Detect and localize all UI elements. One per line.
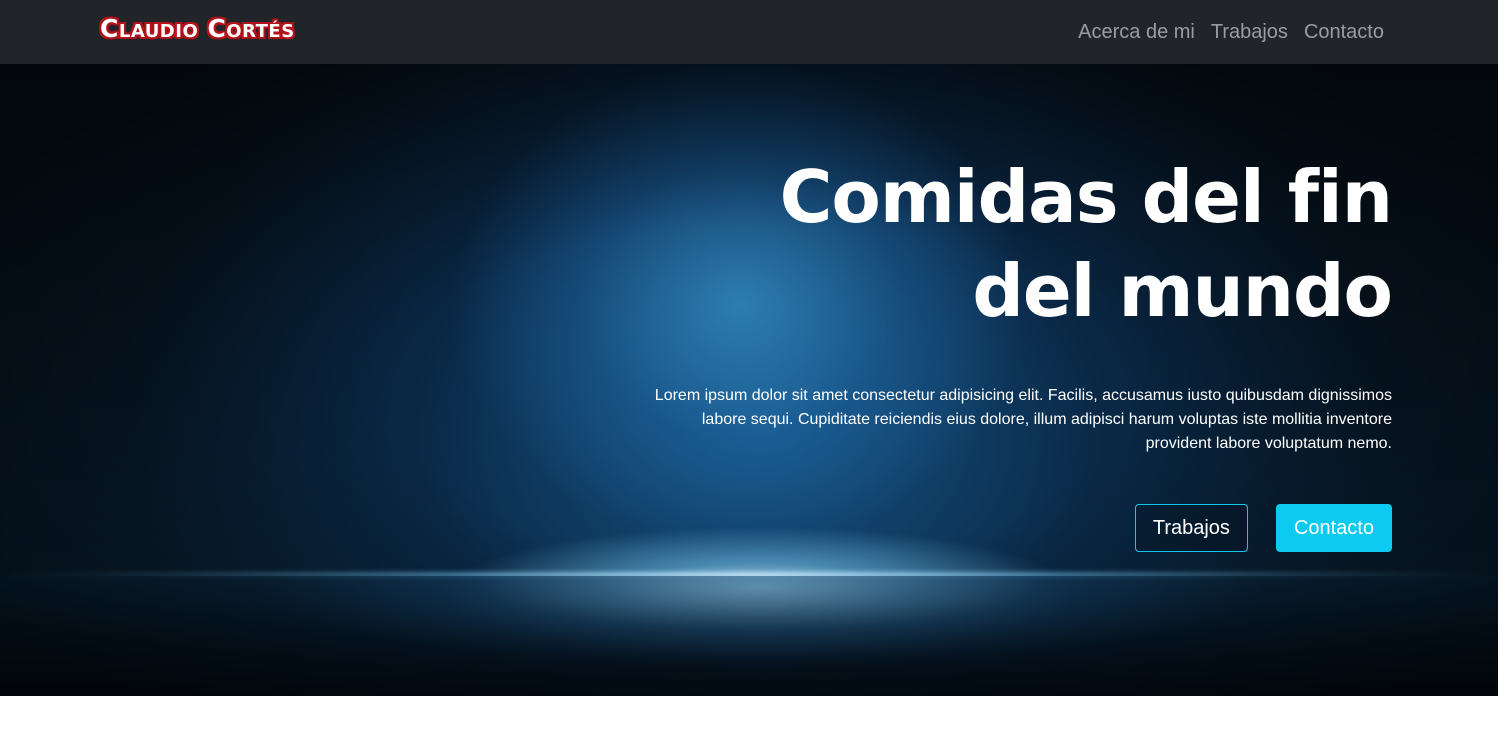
nav-link-trabajos[interactable]: Trabajos — [1211, 18, 1288, 46]
hero-title-line1: Comidas del fin — [779, 155, 1393, 239]
brand-logo[interactable]: Claudio Cortés — [100, 14, 295, 43]
nav-link-contacto[interactable]: Contacto — [1304, 18, 1384, 46]
nav-links: Acerca de mi Trabajos Contacto — [1078, 18, 1384, 46]
navbar: Claudio Cortés Acerca de mi Trabajos Con… — [0, 0, 1498, 64]
nav-link-acerca[interactable]: Acerca de mi — [1078, 18, 1195, 46]
hero-buttons: Trabajos Contacto — [1134, 504, 1392, 552]
trabajos-button[interactable]: Trabajos — [1134, 504, 1248, 552]
hero-description: Lorem ipsum dolor sit amet consectetur a… — [654, 387, 1392, 452]
hero-title-line2: del mundo — [972, 249, 1393, 333]
contacto-button[interactable]: Contacto — [1275, 504, 1392, 552]
hero-section: Comidas del fin del mundo Lorem ipsum do… — [0, 64, 1498, 696]
hero-title: Comidas del fin del mundo — [692, 150, 1393, 338]
